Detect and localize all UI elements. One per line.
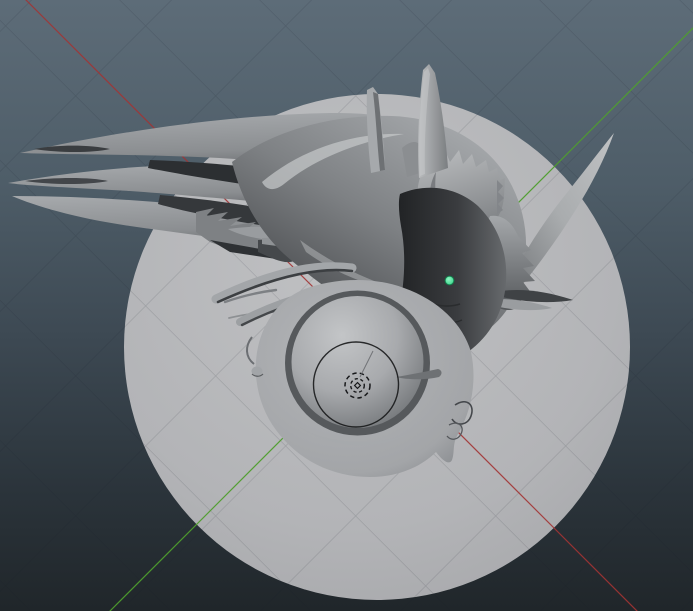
3d-viewport[interactable]	[0, 0, 693, 611]
eyeball-sphere	[292, 296, 424, 428]
viewport-canvas[interactable]	[0, 0, 693, 611]
pivot-point-dot	[445, 276, 454, 285]
